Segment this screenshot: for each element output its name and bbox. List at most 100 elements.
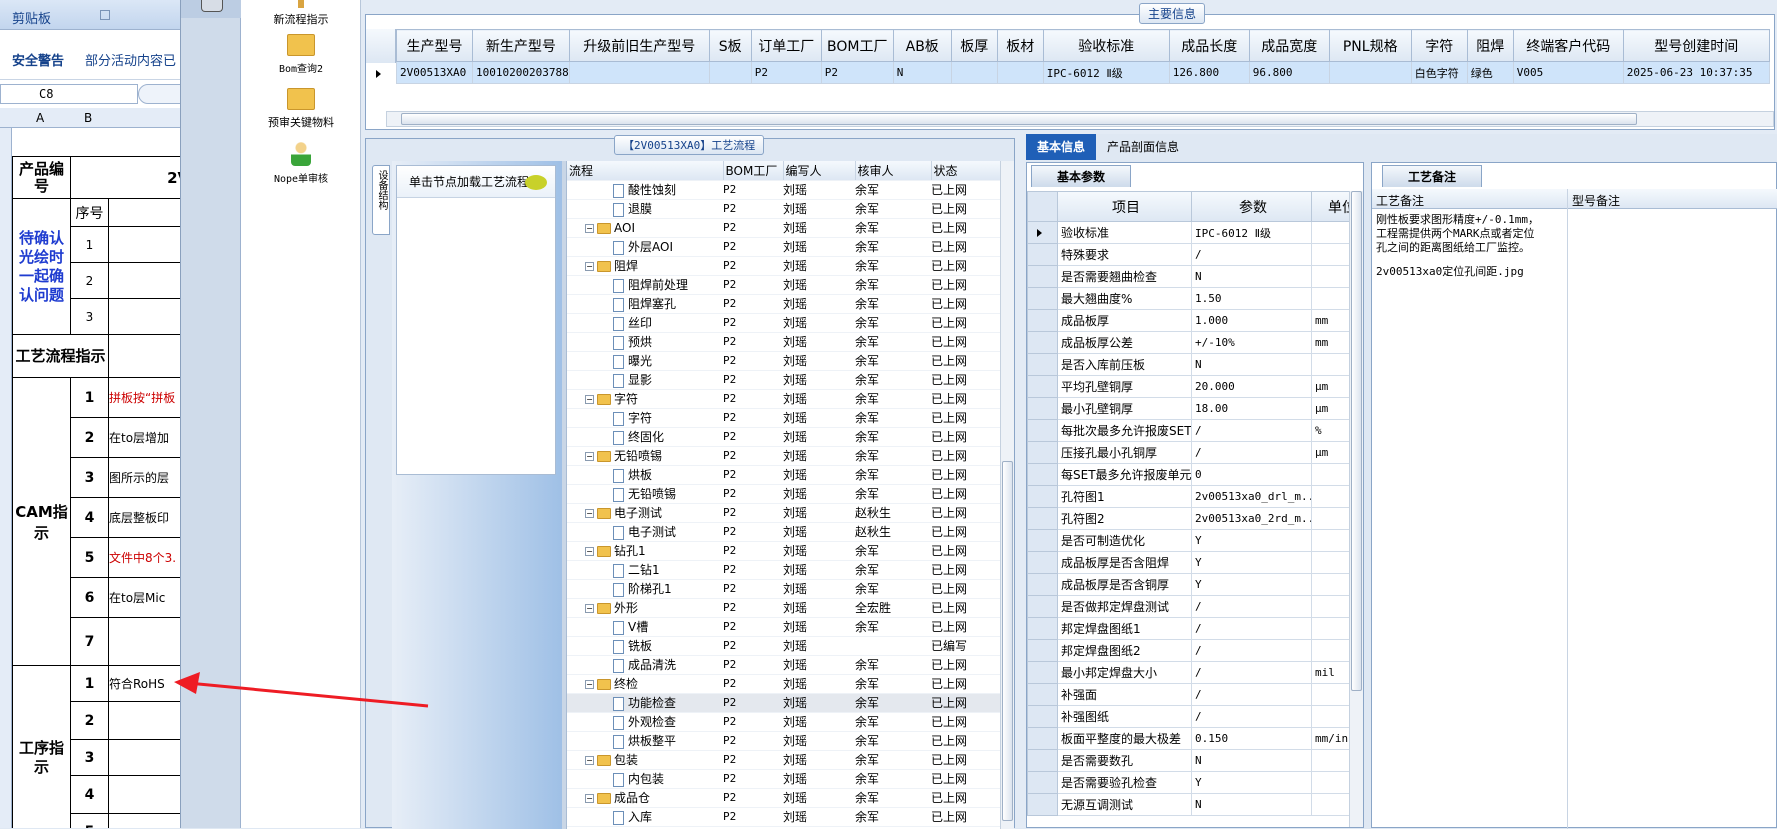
cam-text[interactable]: 拼板按“拼板 [107, 377, 180, 418]
collapse-icon[interactable]: − [585, 547, 594, 556]
param-row[interactable]: 每SET最多允许报废单元 0 [1027, 463, 1349, 486]
param-value[interactable]: Y [1191, 551, 1312, 574]
flow-row[interactable]: 曝光 P2 刘瑶 余军 已上网 [567, 351, 1000, 371]
flow-row[interactable]: 显影 P2 刘瑶 余军 已上网 [567, 370, 1000, 390]
main-info-cell[interactable]: P2 [820, 61, 894, 84]
col-header[interactable]: 升级前旧生产型号 [568, 29, 710, 62]
name-box[interactable]: C8 [0, 84, 138, 104]
flow-row[interactable]: − 外形 P2 刘瑶 全宏胜 已上网 [567, 598, 1000, 618]
param-row[interactable]: 补强图纸 / [1027, 705, 1349, 728]
col-header[interactable]: 成品长度 [1168, 29, 1250, 62]
remark-file[interactable]: 2v00513xa0定位孔间距.jpg [1376, 265, 1564, 279]
main-info-cell[interactable] [950, 61, 998, 84]
menu-item-precheck-material[interactable]: 预审关键物料 [241, 88, 361, 130]
proc-text[interactable] [107, 775, 180, 814]
flow-col-header[interactable]: 核审人 [855, 161, 932, 181]
main-info-cell[interactable] [1328, 61, 1412, 84]
col-header[interactable]: 板厚 [950, 29, 998, 62]
param-row[interactable]: 邦定焊盘图纸2/ [1027, 639, 1349, 662]
param-row[interactable]: 验收标准 IPC-6012 Ⅱ级 [1027, 221, 1349, 244]
param-row[interactable]: 最小孔壁铜厚 18.00 μm [1027, 397, 1349, 420]
vscroll-thumb[interactable] [1351, 191, 1362, 691]
collapse-icon[interactable]: − [585, 604, 594, 613]
param-col-header[interactable]: 参数 [1191, 191, 1312, 222]
sheet-cell[interactable] [107, 334, 180, 378]
sheet-cell[interactable] [107, 226, 180, 263]
main-info-cell[interactable]: IPC-6012 Ⅱ级 [1042, 61, 1170, 84]
param-row[interactable]: 孔符图2 2v00513xa0_2rd_m... [1027, 507, 1349, 530]
flow-row[interactable]: 无铅喷锡 P2 刘瑶 余军 已上网 [567, 484, 1000, 504]
side-tab[interactable]: 设备结构 [372, 165, 390, 235]
param-value[interactable]: N [1191, 749, 1312, 772]
param-value[interactable]: IPC-6012 Ⅱ级 [1191, 221, 1312, 244]
param-value[interactable]: 2v00513xa0_2rd_m... [1191, 507, 1312, 530]
collapse-icon[interactable]: − [585, 794, 594, 803]
col-header[interactable]: BOM工厂 [820, 29, 894, 62]
cam-text[interactable]: 文件中8个3. [107, 537, 180, 578]
param-value[interactable]: +/-10% [1191, 331, 1312, 354]
param-value[interactable]: 18.00 [1191, 397, 1312, 420]
main-info-cell[interactable]: N [892, 61, 952, 84]
flow-row[interactable]: 电子测试 P2 刘瑶 赵秋生 已上网 [567, 522, 1000, 542]
flow-row[interactable]: − 无铅喷锡 P2 刘瑶 余军 已上网 [567, 446, 1000, 466]
col-header[interactable]: 型号创建时间 [1622, 29, 1770, 62]
hscroll-thumb[interactable] [401, 113, 1637, 125]
formula-bar[interactable] [138, 84, 180, 104]
flow-row[interactable]: 预烘 P2 刘瑶 余军 已上网 [567, 332, 1000, 352]
col-header[interactable]: 验收标准 [1042, 29, 1170, 62]
param-row[interactable]: 成品板厚是否含阻焊 Y [1027, 551, 1349, 574]
main-info-cell[interactable] [996, 61, 1044, 84]
flow-col-header[interactable]: 流程 [567, 161, 724, 181]
process-remark-text[interactable]: 刚性板要求图形精度+/-0.1mm， 工程需提供两个MARK点或者定位 孔之间的… [1376, 213, 1564, 279]
params-vscrollbar[interactable] [1349, 191, 1363, 827]
main-info-hscrollbar[interactable] [386, 111, 1774, 127]
param-value[interactable]: N [1191, 353, 1312, 376]
param-value[interactable]: Y [1191, 573, 1312, 596]
col-header[interactable]: 字符 [1410, 29, 1468, 62]
param-row[interactable]: 最大翘曲度% 1.50 [1027, 287, 1349, 310]
main-info-cell[interactable]: V005 [1512, 61, 1624, 84]
cam-text[interactable]: 图所示的层 [107, 457, 180, 498]
flow-col-header[interactable]: 编写人 [783, 161, 856, 181]
flow-row[interactable]: 入库 P2 刘瑶 余军 已上网 [567, 807, 1000, 827]
info-tab-basic[interactable]: 基本信息 [1026, 134, 1096, 160]
main-info-cell[interactable] [568, 61, 710, 84]
flow-row[interactable]: − 钻孔1 P2 刘瑶 余军 已上网 [567, 541, 1000, 561]
car-icon[interactable] [201, 0, 223, 12]
param-row[interactable]: 是否做邦定焊盘测试 / [1027, 595, 1349, 618]
flow-row[interactable]: V槽 P2 刘瑶 余军 已上网 [567, 617, 1000, 637]
collapse-icon[interactable]: − [585, 262, 594, 271]
collapse-icon[interactable]: − [585, 509, 594, 518]
param-value[interactable]: / [1191, 617, 1312, 640]
param-value[interactable]: 0 [1191, 463, 1312, 486]
flow-row[interactable]: 阻焊塞孔 P2 刘瑶 余军 已上网 [567, 294, 1000, 314]
param-value[interactable]: 20.000 [1191, 375, 1312, 398]
col-header[interactable]: 生产型号 [396, 29, 473, 62]
param-row[interactable]: 是否需要翘曲检查 N [1027, 265, 1349, 288]
col-header[interactable]: S板 [708, 29, 752, 62]
sheet-cell[interactable] [107, 298, 180, 335]
flow-row[interactable]: − 包装 P2 刘瑶 余军 已上网 [567, 750, 1000, 770]
flow-row[interactable]: 外层AOI P2 刘瑶 余军 已上网 [567, 237, 1000, 257]
main-info-cell[interactable]: 绿色 [1466, 61, 1514, 84]
param-row[interactable]: 最小邦定焊盘大小 / mil [1027, 661, 1349, 684]
param-value[interactable]: / [1191, 705, 1312, 728]
main-info-cell[interactable]: 126.800 [1168, 61, 1250, 84]
flow-row[interactable]: 烘板整平 P2 刘瑶 余军 已上网 [567, 731, 1000, 751]
flow-row[interactable]: − 终检 P2 刘瑶 余军 已上网 [567, 674, 1000, 694]
col-header[interactable]: 新生产型号 [472, 29, 570, 62]
cam-text[interactable]: 在to层Mic [107, 577, 180, 618]
param-row[interactable]: 特殊要求 / [1027, 243, 1349, 266]
flow-row[interactable]: − 成品仓 P2 刘瑶 余军 已上网 [567, 788, 1000, 808]
param-row[interactable]: 每批次最多允许报废SET /% [1027, 419, 1349, 442]
main-info-cell[interactable]: 2V00513XA0 [396, 61, 473, 84]
flow-row[interactable]: 烘板 P2 刘瑶 余军 已上网 [567, 465, 1000, 485]
param-value[interactable]: / [1191, 243, 1312, 266]
menu-item-new-flow[interactable]: 新流程指示 [241, 0, 361, 27]
param-row[interactable]: 压接孔最小孔铜厚 / μm [1027, 441, 1349, 464]
param-row[interactable]: 补强面 / [1027, 683, 1349, 706]
param-row[interactable]: 板面平整度的最大极差0.150mm/inch [1027, 727, 1349, 750]
param-value[interactable]: / [1191, 639, 1312, 662]
proc-text[interactable] [107, 813, 180, 828]
flow-row[interactable]: − 字符 P2 刘瑶 余军 已上网 [567, 389, 1000, 409]
